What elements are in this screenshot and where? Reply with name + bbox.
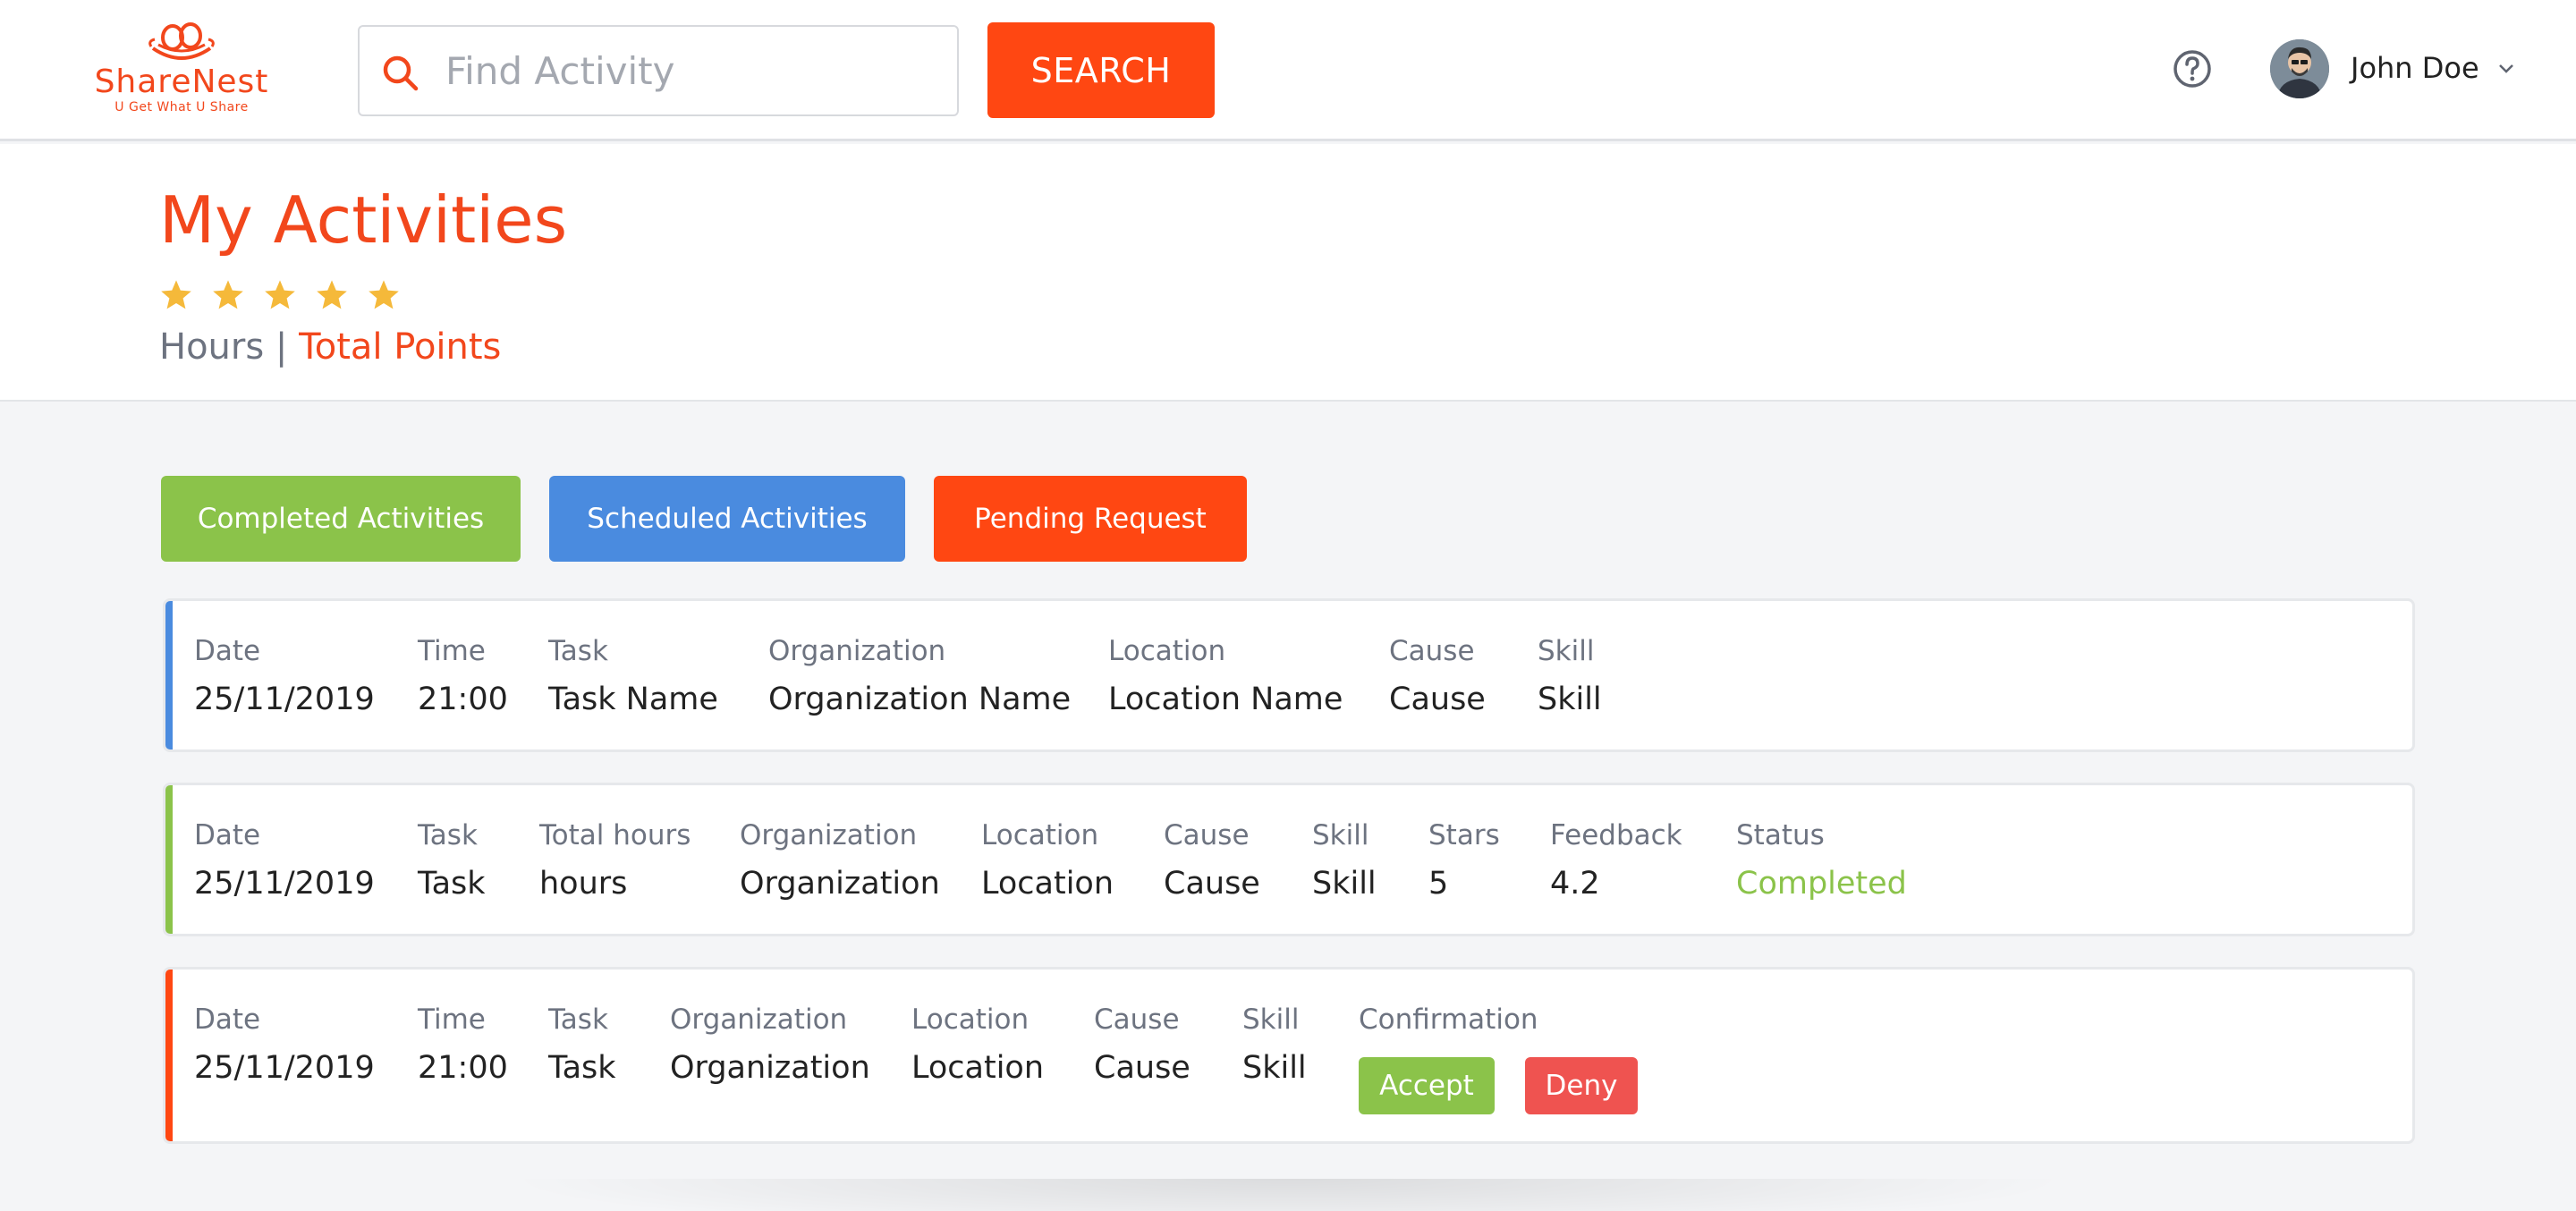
field-label: Stars: [1428, 819, 1500, 851]
user-avatar-icon: [2270, 39, 2329, 98]
field-label: Organization: [740, 819, 918, 851]
field-value: Cause: [1389, 682, 1486, 717]
field-value: Location: [981, 866, 1114, 902]
field-value: Task: [418, 866, 486, 902]
field-label: Cause: [1094, 1004, 1180, 1036]
rating-stars: [159, 278, 401, 312]
field-value: 5: [1428, 866, 1449, 902]
status-badge: Completed: [1736, 866, 1907, 902]
completed-activity-card: Date 25/11/2019 Task Task Total hours ho…: [163, 783, 2415, 936]
field-label: Date: [194, 635, 261, 667]
field-label: Organization: [670, 1004, 848, 1036]
tab-completed-activities[interactable]: Completed Activities: [161, 476, 521, 562]
field-value: Skill: [1242, 1050, 1307, 1086]
search-button[interactable]: SEARCH: [987, 22, 1215, 118]
field-value: Cause: [1164, 866, 1260, 902]
field-label: Total hours: [539, 819, 691, 851]
hours-points-line: Hours | Total Points: [159, 325, 501, 369]
field-label: Feedback: [1550, 819, 1682, 851]
bottom-shadow: [501, 1179, 2075, 1211]
field-value: 25/11/2019: [194, 682, 375, 717]
field-label: Time: [418, 1004, 486, 1036]
logo-name: ShareNest: [94, 64, 269, 100]
user-name[interactable]: John Doe: [2351, 48, 2479, 88]
star-icon: [263, 278, 297, 312]
field-label: Location: [981, 819, 1099, 851]
nest-logo-icon: [148, 22, 215, 60]
hours-label: Hours: [159, 326, 265, 368]
deny-button[interactable]: Deny: [1525, 1057, 1638, 1114]
card-accent-bar: [165, 785, 173, 934]
field-label: Date: [194, 819, 261, 851]
field-label: Cause: [1164, 819, 1250, 851]
field-label: Location: [911, 1004, 1030, 1036]
star-icon: [367, 278, 401, 312]
search-field[interactable]: [358, 25, 959, 116]
stats-separator: |: [275, 326, 288, 368]
field-label: Task: [548, 1004, 608, 1036]
field-value: Location Name: [1108, 682, 1343, 717]
page-title: My Activities: [159, 182, 568, 258]
field-value: Task: [548, 1050, 616, 1086]
tab-pending-request[interactable]: Pending Request: [934, 476, 1247, 562]
field-value: Skill: [1312, 866, 1377, 902]
activity-summary: My Activities Hours | Total Points: [0, 144, 2576, 402]
field-value: 25/11/2019: [194, 1050, 375, 1086]
field-value: 4.2: [1550, 866, 1600, 902]
field-label: Cause: [1389, 635, 1475, 667]
star-icon: [211, 278, 245, 312]
field-label: Time: [418, 635, 486, 667]
search-icon: [383, 55, 419, 91]
field-value: 21:00: [418, 1050, 508, 1086]
star-icon: [159, 278, 193, 312]
field-label: Status: [1736, 819, 1825, 851]
field-value: hours: [539, 866, 628, 902]
top-navigation-bar: ShareNest U Get What U Share SEARCH John…: [0, 0, 2576, 141]
field-value: Task Name: [548, 682, 718, 717]
field-label: Skill: [1242, 1004, 1300, 1036]
field-value: Cause: [1094, 1050, 1191, 1086]
logo-tagline: U Get What U Share: [114, 100, 249, 114]
field-value: Skill: [1538, 682, 1602, 717]
tab-scheduled-activities[interactable]: Scheduled Activities: [549, 476, 905, 562]
card-accent-bar: [165, 601, 173, 749]
avatar[interactable]: [2270, 39, 2329, 98]
field-value: Organization Name: [768, 682, 1072, 717]
help-icon[interactable]: [2172, 48, 2213, 89]
field-value: 21:00: [418, 682, 508, 717]
total-points-label: Total Points: [299, 326, 502, 368]
field-label: Location: [1108, 635, 1226, 667]
field-value: 25/11/2019: [194, 866, 375, 902]
field-label: Task: [418, 819, 478, 851]
pending-request-card: Date 25/11/2019 Time 21:00 Task Task Org…: [163, 967, 2415, 1144]
card-accent-bar: [165, 970, 173, 1141]
confirmation-label: Confirmation: [1359, 1004, 1538, 1036]
field-label: Date: [194, 1004, 261, 1036]
field-label: Organization: [768, 635, 946, 667]
field-label: Skill: [1312, 819, 1369, 851]
field-label: Task: [548, 635, 608, 667]
field-value: Organization: [670, 1050, 870, 1086]
sharenest-logo[interactable]: ShareNest U Get What U Share: [88, 21, 275, 127]
star-icon: [315, 278, 349, 312]
chevron-down-icon[interactable]: [2496, 57, 2517, 79]
field-value: Location: [911, 1050, 1045, 1086]
field-label: Skill: [1538, 635, 1595, 667]
scheduled-activity-card: Date 25/11/2019 Time 21:00 Task Task Nam…: [163, 598, 2415, 752]
field-value: Organization: [740, 866, 940, 902]
search-input[interactable]: [445, 39, 937, 102]
accept-button[interactable]: Accept: [1359, 1057, 1495, 1114]
